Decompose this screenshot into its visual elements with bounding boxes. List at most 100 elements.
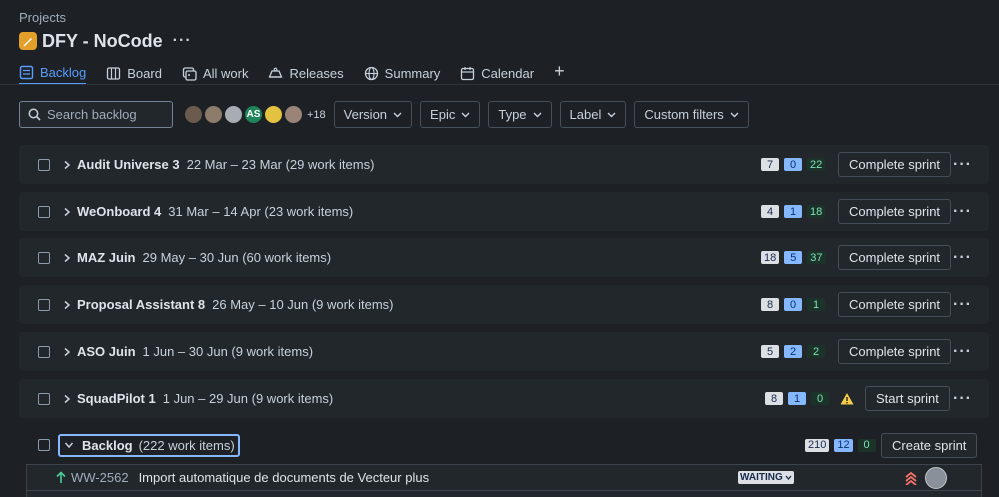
chevron-right-icon[interactable] — [62, 160, 72, 170]
more-icon[interactable]: ··· — [953, 203, 972, 219]
chevron-right-icon[interactable] — [62, 394, 72, 404]
todo-count: 18 — [761, 251, 780, 264]
sprint-checkbox[interactable] — [38, 205, 50, 218]
issue-summary[interactable]: Import automatique de documents de Vecte… — [139, 470, 430, 485]
epic-filter[interactable]: Epic — [420, 101, 481, 128]
avatar[interactable] — [283, 104, 304, 125]
backlog-toolbar: AS +18 Version Epic Type Label Custom fi… — [19, 101, 749, 128]
chevron-right-icon[interactable] — [62, 207, 72, 217]
sprint-name: MAZ Juin — [77, 250, 136, 265]
avatar-initials[interactable]: AS — [243, 104, 264, 125]
sprint-row[interactable]: ASO Juin 1 Jun – 30 Jun (9 work items) 5… — [19, 332, 989, 371]
tab-label: Calendar — [481, 66, 535, 81]
start-sprint-button[interactable]: Start sprint — [865, 386, 950, 411]
create-sprint-button[interactable]: Create sprint — [881, 433, 978, 458]
in-progress-count: 0 — [784, 158, 802, 171]
custom-filters[interactable]: Custom filters — [634, 101, 749, 128]
sprint-row[interactable]: WeOnboard 4 31 Mar – 14 Apr (23 work ite… — [19, 192, 989, 231]
in-progress-count: 1 — [784, 205, 802, 218]
more-icon[interactable]: ··· — [953, 296, 972, 312]
tab-label: All work — [202, 66, 249, 81]
filter-label: Custom filters — [644, 107, 724, 122]
type-filter[interactable]: Type — [488, 101, 552, 128]
chevron-down-icon — [533, 112, 542, 118]
project-more-icon[interactable]: ··· — [173, 33, 192, 49]
search-box[interactable] — [19, 101, 173, 128]
table-row[interactable]: WW-2562 Import automatique de documents … — [26, 464, 982, 491]
tabs-divider — [0, 84, 999, 85]
chevron-down-icon — [64, 442, 74, 449]
avatar-group: AS +18 — [183, 104, 326, 125]
add-tab-icon[interactable]: + — [554, 56, 565, 83]
tab-backlog[interactable]: Backlog — [19, 58, 87, 85]
sprint-checkbox[interactable] — [38, 345, 50, 358]
sprint-dates: 1 Jun – 29 Jun (9 work items) — [162, 391, 334, 406]
tab-all-work[interactable]: All work — [182, 58, 249, 85]
tab-releases[interactable]: Releases — [268, 58, 344, 85]
issue-counts: 210 12 0 — [805, 438, 876, 452]
tab-label: Summary — [384, 66, 441, 81]
sprint-row[interactable]: SquadPilot 1 1 Jun – 29 Jun (9 work item… — [19, 379, 989, 418]
assignee-avatar[interactable] — [925, 466, 947, 489]
complete-sprint-button[interactable]: Complete sprint — [838, 245, 952, 270]
issue-key[interactable]: WW-2562 — [71, 470, 129, 485]
backlog-section-header: Backlog (222 work items) 210 12 0 Create… — [19, 431, 989, 459]
sprint-checkbox[interactable] — [38, 298, 50, 311]
filter-label: Type — [498, 107, 527, 122]
sprint-dates: 26 May – 10 Jun (9 work items) — [212, 297, 394, 312]
avatar[interactable] — [223, 104, 244, 125]
complete-sprint-button[interactable]: Complete sprint — [838, 339, 952, 364]
sprint-row[interactable]: Audit Universe 3 22 Mar – 23 Mar (29 wor… — [19, 145, 989, 184]
tab-summary[interactable]: Summary — [364, 58, 441, 85]
complete-sprint-button[interactable]: Complete sprint — [838, 292, 952, 317]
sprint-dates: 22 Mar – 23 Mar (29 work items) — [186, 157, 375, 172]
filter-label: Label — [569, 107, 602, 122]
more-icon[interactable]: ··· — [953, 390, 972, 406]
chevron-right-icon[interactable] — [62, 300, 72, 310]
issue-counts: 8 1 0 — [765, 392, 854, 406]
backlog-checkbox[interactable] — [38, 439, 50, 451]
chevron-right-icon[interactable] — [62, 347, 72, 357]
more-avatars[interactable]: +18 — [307, 109, 326, 121]
backlog-toggle[interactable]: Backlog (222 work items) — [58, 433, 240, 457]
highest-priority-icon — [905, 471, 917, 485]
status-label: WAITING — [740, 472, 783, 483]
complete-sprint-button[interactable]: Complete sprint — [838, 199, 952, 224]
sprint-row[interactable]: MAZ Juin 29 May – 30 Jun (60 work items)… — [19, 238, 989, 277]
avatar[interactable] — [263, 104, 284, 125]
issue-counts: 5 2 2 — [761, 345, 825, 358]
filter-label: Epic — [430, 107, 456, 122]
search-input[interactable] — [47, 107, 167, 122]
todo-count: 8 — [765, 392, 783, 405]
version-filter[interactable]: Version — [333, 101, 413, 128]
tab-board[interactable]: Board — [106, 58, 162, 85]
chevron-down-icon — [607, 112, 616, 118]
done-count: 37 — [807, 251, 826, 264]
avatar[interactable] — [183, 104, 204, 125]
warning-icon[interactable] — [840, 392, 854, 406]
more-icon[interactable]: ··· — [953, 156, 972, 172]
all-work-icon — [182, 67, 197, 81]
tab-calendar[interactable]: Calendar — [460, 58, 534, 85]
issue-counts: 18 5 37 — [761, 251, 826, 264]
done-count: 18 — [807, 205, 826, 218]
avatar[interactable] — [203, 104, 224, 125]
more-icon[interactable]: ··· — [953, 249, 972, 265]
table-row[interactable] — [26, 491, 982, 497]
complete-sprint-button[interactable]: Complete sprint — [838, 152, 952, 177]
sprint-row[interactable]: Proposal Assistant 8 26 May – 10 Jun (9 … — [19, 285, 989, 324]
label-filter[interactable]: Label — [559, 101, 627, 128]
chevron-right-icon[interactable] — [62, 253, 72, 263]
sprint-name: Audit Universe 3 — [77, 157, 180, 172]
issue-counts: 7 0 22 — [761, 158, 826, 171]
todo-count: 7 — [761, 158, 779, 171]
more-icon[interactable]: ··· — [953, 343, 972, 359]
tab-bar: Backlog Board All work Releases Summary … — [19, 58, 585, 85]
breadcrumb[interactable]: Projects — [19, 10, 66, 25]
sprint-checkbox[interactable] — [38, 158, 50, 171]
sprint-checkbox[interactable] — [38, 392, 50, 405]
sprint-checkbox[interactable] — [38, 251, 50, 264]
in-progress-count: 2 — [784, 345, 802, 358]
sprint-dates: 29 May – 30 Jun (60 work items) — [142, 250, 332, 265]
status-badge[interactable]: WAITING — [738, 471, 794, 484]
